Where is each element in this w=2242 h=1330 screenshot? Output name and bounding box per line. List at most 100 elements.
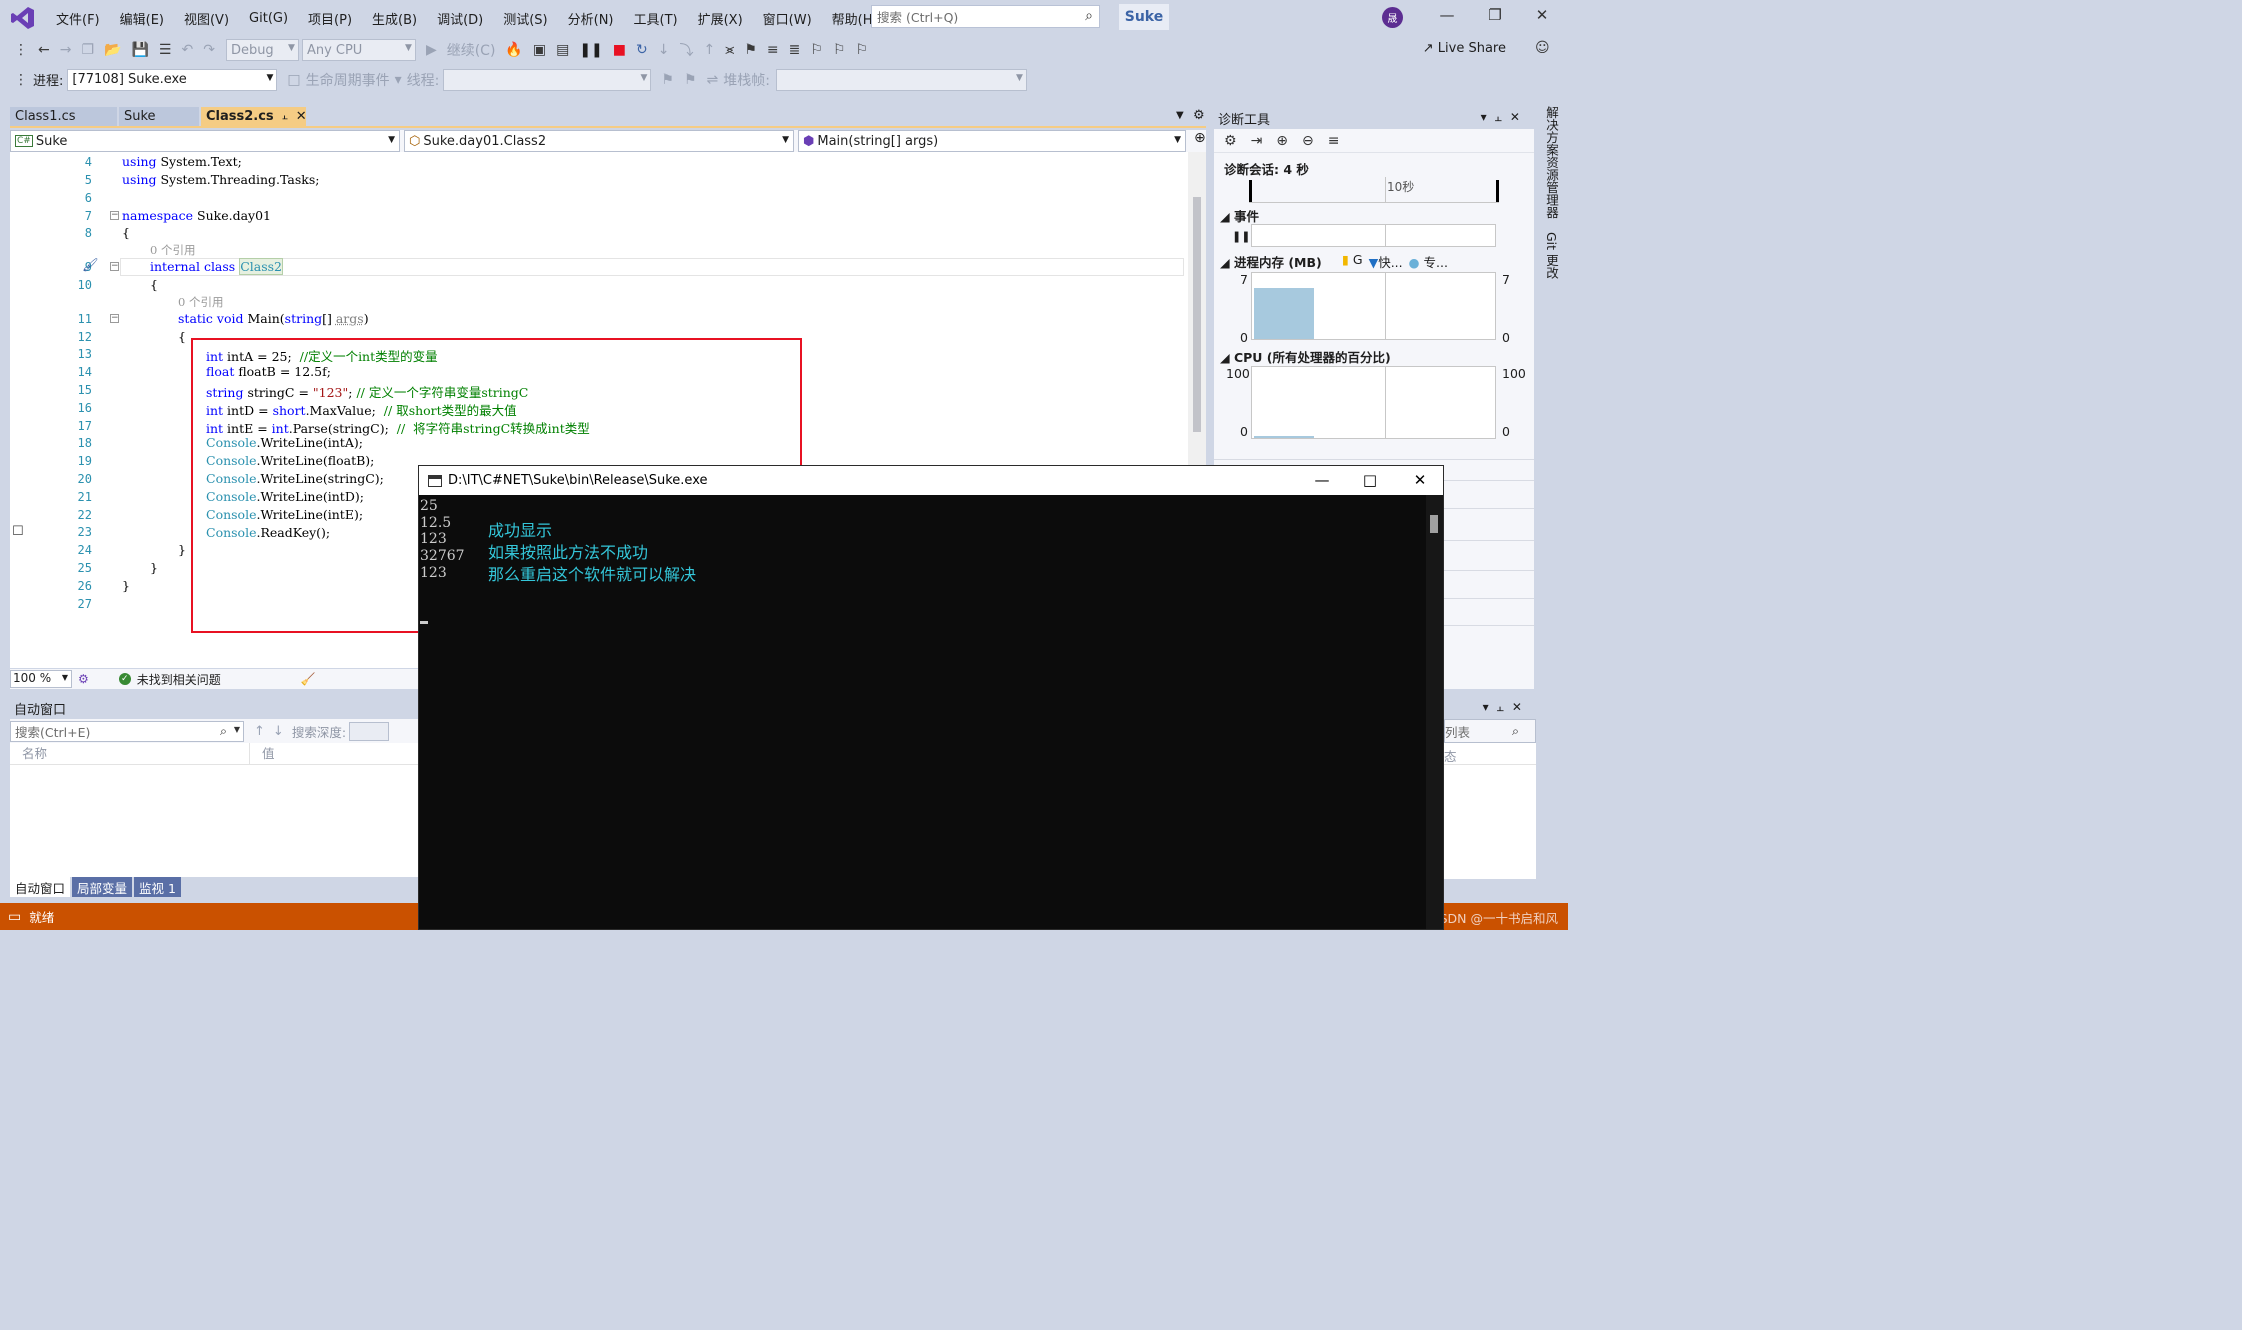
feedback-icon[interactable]: ☺	[1535, 40, 1550, 56]
pause-icon[interactable]: ❚❚	[579, 42, 602, 58]
console-window[interactable]: D:\IT\C#NET\Suke\bin\Release\Suke.exe — …	[418, 465, 1444, 930]
navigate-back-icon[interactable]: ←	[38, 42, 50, 58]
collapse-method-icon[interactable]: −	[110, 314, 119, 323]
toggle-flag-icon[interactable]: ⚑	[684, 72, 697, 88]
bookmark-next-icon[interactable]: ⚐	[833, 42, 846, 58]
hot-reload-icon[interactable]: 🔥	[505, 42, 522, 58]
git-changes-tab[interactable]: Git 更改	[1542, 232, 1561, 279]
window-icon[interactable]: ▤	[556, 42, 569, 58]
pause-icon[interactable]: ❚❚	[1232, 230, 1250, 243]
solution-explorer-tab[interactable]: 解决方案资源管理器	[1542, 106, 1561, 219]
bookmark-prev-icon[interactable]: ⚐	[810, 42, 823, 58]
tab-watch-1[interactable]: 监视 1	[134, 877, 181, 897]
menu-file[interactable]: 文件(F)	[46, 9, 110, 28]
notification-icon[interactable]: ▭	[8, 909, 21, 925]
events-header[interactable]: ◢ 事件	[1220, 206, 1259, 225]
restart-icon[interactable]: ↻	[636, 42, 648, 58]
continue-icon[interactable]: ▶	[426, 42, 437, 58]
zoom-in-icon[interactable]: ⊕	[1276, 133, 1288, 149]
undo-icon[interactable]: ↶	[181, 42, 193, 58]
reference-count[interactable]: 0 个引用	[150, 242, 195, 258]
search-depth-select[interactable]	[349, 721, 390, 741]
stop-icon[interactable]: ■	[613, 42, 626, 58]
settings-gear-icon[interactable]: ⚙	[1193, 108, 1205, 123]
navigate-forward-icon[interactable]: →	[60, 42, 72, 58]
show-threads-icon[interactable]: ⪤	[725, 42, 734, 58]
split-window-icon[interactable]: ⊕	[1194, 130, 1206, 152]
flag-thread-icon[interactable]: ⚑	[661, 72, 674, 88]
zoom-select[interactable]: 100 % ▼	[10, 670, 72, 688]
autos-search-input[interactable]: 搜索(Ctrl+E) ⌕ ▼	[10, 720, 244, 742]
scroll-thumb[interactable]	[1430, 515, 1438, 533]
restore-button[interactable]: ❐	[1480, 6, 1510, 24]
search-up-icon[interactable]: ↑	[254, 724, 265, 739]
column-name[interactable]: 名称	[10, 743, 250, 764]
tab-list-chevron-icon[interactable]: ▼	[1176, 110, 1184, 121]
zoom-out-icon[interactable]: ⊖	[1302, 133, 1314, 149]
stack-frame-select[interactable]: ▼	[775, 68, 1027, 91]
bookmark-clear-icon[interactable]: ⚐	[856, 42, 869, 58]
uncomment-icon[interactable]: ≣	[789, 42, 801, 58]
step-into-icon[interactable]: ↓	[658, 42, 670, 58]
menu-edit[interactable]: 编辑(E)	[110, 9, 174, 28]
panel-controls-icon[interactable]: ▾⫠✕	[1483, 700, 1530, 715]
pin-icon[interactable]: ⫠	[282, 111, 288, 122]
console-maximize-button[interactable]: □	[1347, 471, 1393, 489]
thread-select[interactable]: ▼	[443, 68, 652, 91]
process-icon[interactable]: ▣	[533, 42, 546, 58]
reset-zoom-icon[interactable]: ≡	[1328, 133, 1340, 149]
column-state[interactable]: 态	[1444, 743, 1536, 765]
save-icon[interactable]: 💾	[131, 42, 148, 58]
close-button[interactable]: ✕	[1527, 6, 1557, 24]
menu-git[interactable]: Git(G)	[239, 11, 298, 26]
process-select[interactable]: [77108] Suke.exe ▼	[67, 68, 278, 91]
comment-icon[interactable]: ≡	[767, 42, 779, 58]
menu-build[interactable]: 生成(B)	[362, 9, 427, 28]
step-over-icon[interactable]: ⤵	[680, 40, 694, 60]
session-timeline[interactable]: 10秒	[1249, 177, 1499, 203]
tab-suke[interactable]: Suke	[119, 107, 199, 126]
menu-project[interactable]: 项目(P)	[298, 9, 362, 28]
scroll-thumb[interactable]	[1193, 197, 1201, 432]
console-close-button[interactable]: ✕	[1397, 471, 1443, 489]
lifecycle-events-button[interactable]: 生命周期事件	[306, 70, 390, 90]
member-dropdown[interactable]: ⬢ Main(string[] args) ▼	[798, 130, 1186, 152]
continue-button[interactable]: 继续(C)	[447, 40, 496, 60]
menu-analyze[interactable]: 分析(N)	[558, 9, 624, 28]
menu-test[interactable]: 测试(S)	[493, 9, 557, 28]
type-dropdown[interactable]: ⬡ Suke.day01.Class2 ▼	[404, 130, 794, 152]
platform-select[interactable]: Any CPU ▼	[301, 39, 416, 61]
tab-locals[interactable]: 局部变量	[72, 877, 133, 897]
cpu-header[interactable]: ◢ CPU (所有处理器的百分比)	[1220, 347, 1391, 366]
breakpoint-brush-icon[interactable]: 🖌	[82, 258, 99, 273]
tab-class1[interactable]: Class1.cs	[10, 107, 117, 126]
menu-extensions[interactable]: 扩展(X)	[688, 9, 753, 28]
open-file-icon[interactable]: 📂	[104, 42, 121, 58]
minimize-button[interactable]: —	[1432, 6, 1462, 24]
menu-view[interactable]: 视图(V)	[174, 9, 239, 28]
save-all-icon[interactable]: ☰	[159, 42, 172, 58]
panel-controls-icon[interactable]: ▾⫠✕	[1481, 110, 1528, 125]
collapse-class-icon[interactable]: −	[110, 262, 119, 271]
project-dropdown[interactable]: C# Suke ▼	[10, 130, 400, 152]
redo-icon[interactable]: ↷	[203, 42, 215, 58]
menu-debug[interactable]: 调试(D)	[427, 9, 493, 28]
memory-header[interactable]: ◢ 进程内存 (MB)	[1220, 252, 1322, 271]
console-minimize-button[interactable]: —	[1299, 471, 1345, 489]
console-scrollbar[interactable]	[1426, 495, 1443, 929]
close-tab-icon[interactable]: ✕	[296, 109, 307, 124]
tab-autos[interactable]: 自动窗口	[10, 877, 71, 897]
call-stack-search[interactable]: 列表 ⌕	[1444, 719, 1536, 743]
live-share-button[interactable]: ↗ Live Share	[1423, 41, 1506, 56]
avatar[interactable]: 晟	[1382, 7, 1403, 28]
column-value[interactable]: 值	[250, 743, 275, 764]
code-cleanup-icon[interactable]: 🧹	[301, 672, 316, 686]
step-out-icon[interactable]: ↑	[704, 42, 716, 58]
config-select[interactable]: Debug ▼	[225, 39, 299, 61]
collapse-namespace-icon[interactable]: −	[110, 211, 119, 220]
console-output-area[interactable]: 25 12.5 123 32767 123 成功显示 如果按照此方法不成功 那么…	[419, 495, 1428, 929]
new-project-icon[interactable]: ❐	[81, 42, 94, 58]
issues-indicator[interactable]: ✓ 未找到相关问题	[118, 671, 221, 688]
menu-tools[interactable]: 工具(T)	[624, 9, 688, 28]
menu-window[interactable]: 窗口(W)	[753, 9, 822, 28]
